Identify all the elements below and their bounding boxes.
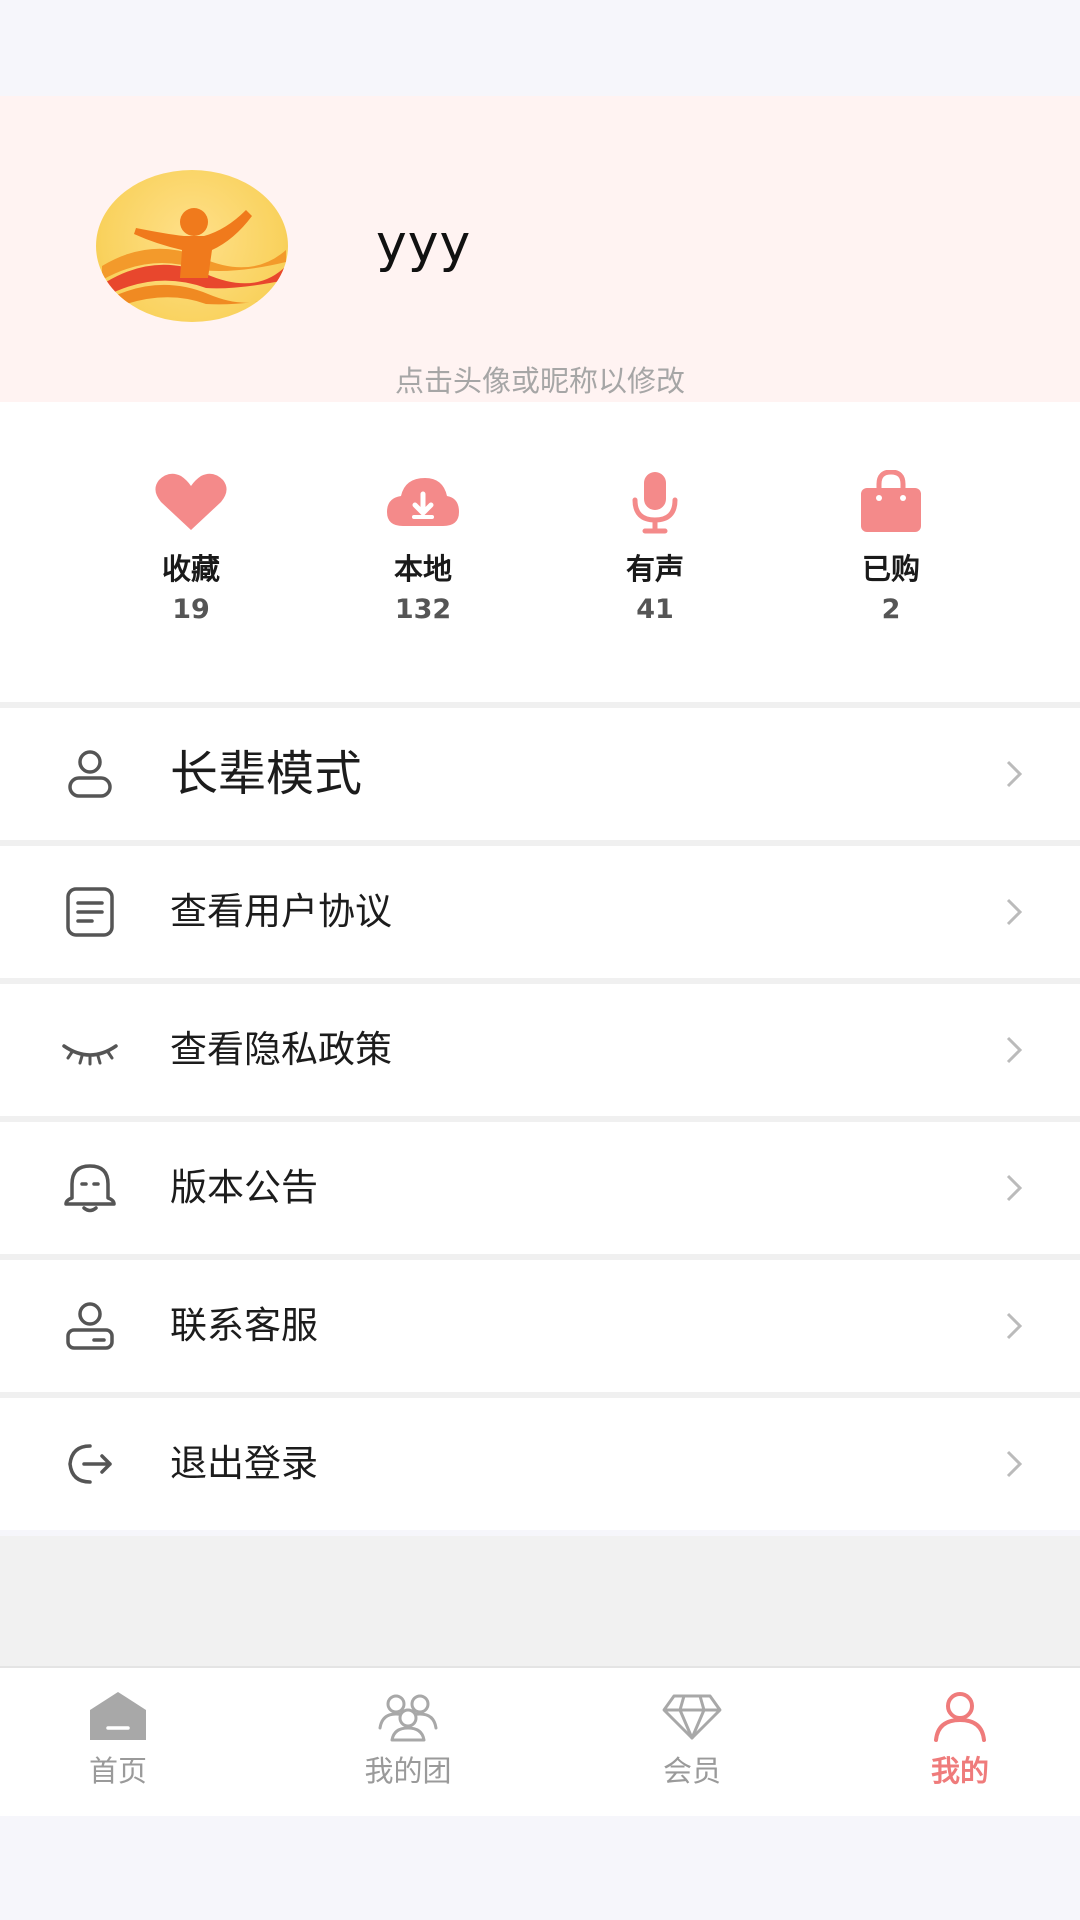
closed-eye-icon xyxy=(62,1044,118,1066)
menu-item-elder-mode[interactable]: 长辈模式 xyxy=(0,708,1080,840)
tab-label: 首页 xyxy=(88,1754,147,1788)
stat-audio[interactable]: 有声 41 xyxy=(555,470,755,625)
stat-favorites[interactable]: 收藏 19 xyxy=(91,470,291,625)
profile-icon xyxy=(934,1692,986,1742)
menu-item-privacy-policy[interactable]: 查看隐私政策 xyxy=(0,984,1080,1116)
stat-label: 收藏 xyxy=(161,552,220,586)
stat-count: 132 xyxy=(394,594,452,625)
avatar-logo-icon xyxy=(102,208,286,310)
microphone-icon xyxy=(632,472,678,534)
avatar[interactable] xyxy=(96,170,288,322)
profile-header: yyy 点击头像或昵称以修改 xyxy=(0,96,1080,402)
heart-icon xyxy=(155,473,227,530)
tab-label: 我的团 xyxy=(364,1754,452,1788)
tab-label: 我的 xyxy=(930,1754,989,1788)
logout-icon xyxy=(68,1444,112,1484)
menu-label: 查看隐私政策 xyxy=(170,1028,392,1071)
bell-icon xyxy=(64,1164,116,1213)
shopping-bag-icon xyxy=(861,470,921,532)
stat-count: 2 xyxy=(881,594,901,625)
tab-home[interactable]: 首页 xyxy=(28,1690,208,1790)
menu-label: 查看用户协议 xyxy=(170,890,392,933)
customer-service-icon xyxy=(66,1302,114,1350)
menu-label: 版本公告 xyxy=(170,1166,318,1209)
stat-count: 19 xyxy=(172,594,210,625)
group-icon xyxy=(378,1694,438,1742)
chevron-right-icon xyxy=(1006,1036,1023,1064)
cloud-download-icon xyxy=(387,478,459,526)
diamond-icon xyxy=(662,1694,722,1740)
chevron-right-icon xyxy=(1006,1174,1023,1202)
stat-label: 有声 xyxy=(625,552,684,586)
edit-hint: 点击头像或昵称以修改 xyxy=(394,364,685,398)
stat-label: 本地 xyxy=(393,552,452,586)
status-bar-area xyxy=(0,0,1080,96)
stat-purchased[interactable]: 已购 2 xyxy=(791,470,991,625)
tab-label: 会员 xyxy=(662,1754,721,1788)
menu-item-customer-service[interactable]: 联系客服 xyxy=(0,1260,1080,1392)
nickname[interactable]: yyy xyxy=(376,214,471,274)
tab-mine[interactable]: 我的 xyxy=(870,1690,1050,1790)
tab-my-group[interactable]: 我的团 xyxy=(318,1690,498,1790)
chevron-right-icon xyxy=(1006,1312,1023,1340)
chevron-right-icon xyxy=(1006,1450,1023,1478)
tab-membership[interactable]: 会员 xyxy=(602,1690,782,1790)
stat-count: 41 xyxy=(636,594,674,625)
menu-label: 退出登录 xyxy=(170,1442,318,1485)
bottom-safe-area xyxy=(0,1816,1080,1920)
menu-item-version-notice[interactable]: 版本公告 xyxy=(0,1122,1080,1254)
stat-local[interactable]: 本地 132 xyxy=(323,470,523,625)
user-icon xyxy=(68,750,112,798)
content-bottom-spacer xyxy=(0,1536,1080,1666)
home-icon xyxy=(90,1692,146,1740)
menu-label: 长辈模式 xyxy=(170,746,363,802)
chevron-right-icon xyxy=(1006,898,1023,926)
stats-panel: 收藏 19 本地 132 有声 41 已购 2 xyxy=(0,402,1080,702)
chevron-right-icon xyxy=(1006,760,1023,788)
menu-item-user-agreement[interactable]: 查看用户协议 xyxy=(0,846,1080,978)
document-icon xyxy=(66,887,114,937)
stat-label: 已购 xyxy=(861,552,920,586)
menu-item-logout[interactable]: 退出登录 xyxy=(0,1398,1080,1530)
bottom-tab-bar: 首页 我的团 会员 我的 xyxy=(0,1666,1080,1816)
menu-label: 联系客服 xyxy=(170,1304,318,1347)
